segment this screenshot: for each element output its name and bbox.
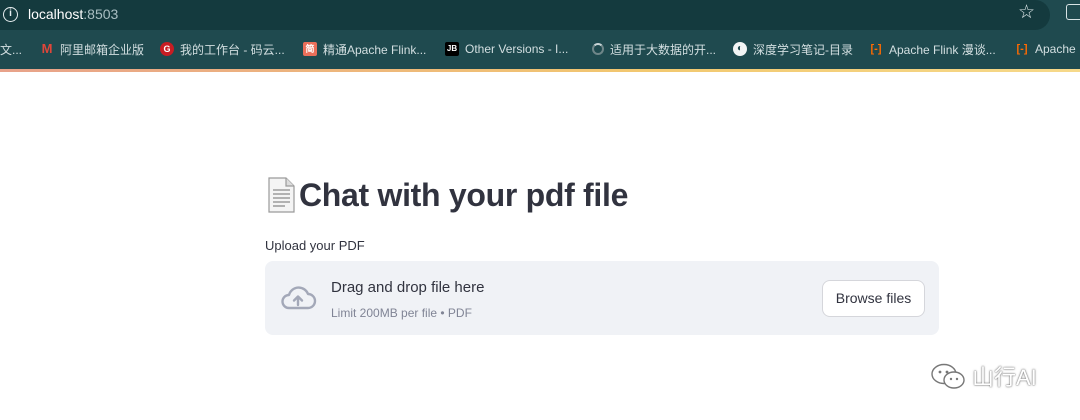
bookmark-label: 精通Apache Flink...: [323, 42, 427, 57]
browser-chrome: i localhost:8503 ☆ 文... M 阿里邮箱企业版 G 我的工作…: [0, 0, 1080, 70]
bookmark-label: 我的工作台 - 码云...: [180, 42, 285, 57]
gitee-icon: G: [160, 42, 174, 56]
page-title: Chat with your pdf file: [299, 176, 629, 213]
cloud-upload-icon: [279, 283, 317, 318]
browse-files-button[interactable]: Browse files: [822, 280, 925, 317]
loading-icon: [592, 43, 604, 55]
url-port: :8503: [83, 6, 119, 22]
aliyun-icon: [-]: [870, 43, 882, 55]
header-decoration: [0, 69, 1080, 72]
address-bar[interactable]: i localhost:8503 ☆: [0, 0, 1050, 30]
aliyun-icon: [-]: [1016, 43, 1028, 55]
bookmark-item[interactable]: [-] Apache: [1015, 40, 1076, 58]
page-facing-up-icon: [265, 176, 297, 214]
wechat-icon: [931, 363, 965, 389]
upload-label: Upload your PDF: [265, 238, 365, 253]
globe-icon: ◐: [733, 42, 747, 56]
site-info-icon[interactable]: i: [3, 7, 18, 22]
file-dropzone[interactable]: Drag and drop file here Limit 200MB per …: [265, 261, 939, 335]
bookmark-label: Apache Flink 漫谈...: [889, 42, 996, 57]
bookmark-label: Other Versions - I...: [465, 42, 569, 56]
bookmark-star-icon[interactable]: ☆: [1018, 3, 1035, 23]
url-text[interactable]: localhost:8503: [28, 6, 118, 22]
bookmarks-bar: 文... M 阿里邮箱企业版 G 我的工作台 - 码云... 简 精通Apach…: [0, 36, 1080, 62]
bookmark-label: Apache: [1035, 42, 1076, 56]
dropzone-limit-text: Limit 200MB per file • PDF: [331, 306, 472, 320]
watermark-text: 山行AI: [972, 365, 1037, 390]
bookmark-label: 阿里邮箱企业版: [60, 42, 145, 57]
bookmark-item[interactable]: ◐ 深度学习笔记-目录: [733, 40, 853, 58]
page-header: Chat with your pdf file: [265, 176, 628, 214]
bookmark-item[interactable]: 适用于大数据的开...: [592, 40, 716, 58]
bookmark-item[interactable]: G 我的工作台 - 码云...: [160, 40, 285, 58]
gmail-icon: M: [41, 41, 53, 56]
bookmark-label: 适用于大数据的开...: [610, 42, 717, 57]
bookmark-item[interactable]: JB Other Versions - I...: [445, 40, 568, 58]
url-host: localhost: [28, 6, 84, 22]
extensions-icon[interactable]: [1066, 4, 1080, 20]
watermark: 山行AI: [930, 360, 1037, 392]
bookmark-item[interactable]: M 阿里邮箱企业版: [40, 40, 144, 58]
jianshu-icon: 简: [303, 42, 317, 56]
bookmark-item[interactable]: 文...: [0, 40, 22, 58]
bookmark-item[interactable]: [-] Apache Flink 漫谈...: [869, 40, 996, 58]
dropzone-instructions: Drag and drop file here: [331, 279, 485, 296]
bookmark-item[interactable]: 简 精通Apache Flink...: [303, 40, 426, 58]
jetbrains-icon: JB: [445, 42, 459, 56]
bookmark-label: 文...: [0, 42, 23, 57]
bookmark-label: 深度学习笔记-目录: [753, 42, 853, 57]
